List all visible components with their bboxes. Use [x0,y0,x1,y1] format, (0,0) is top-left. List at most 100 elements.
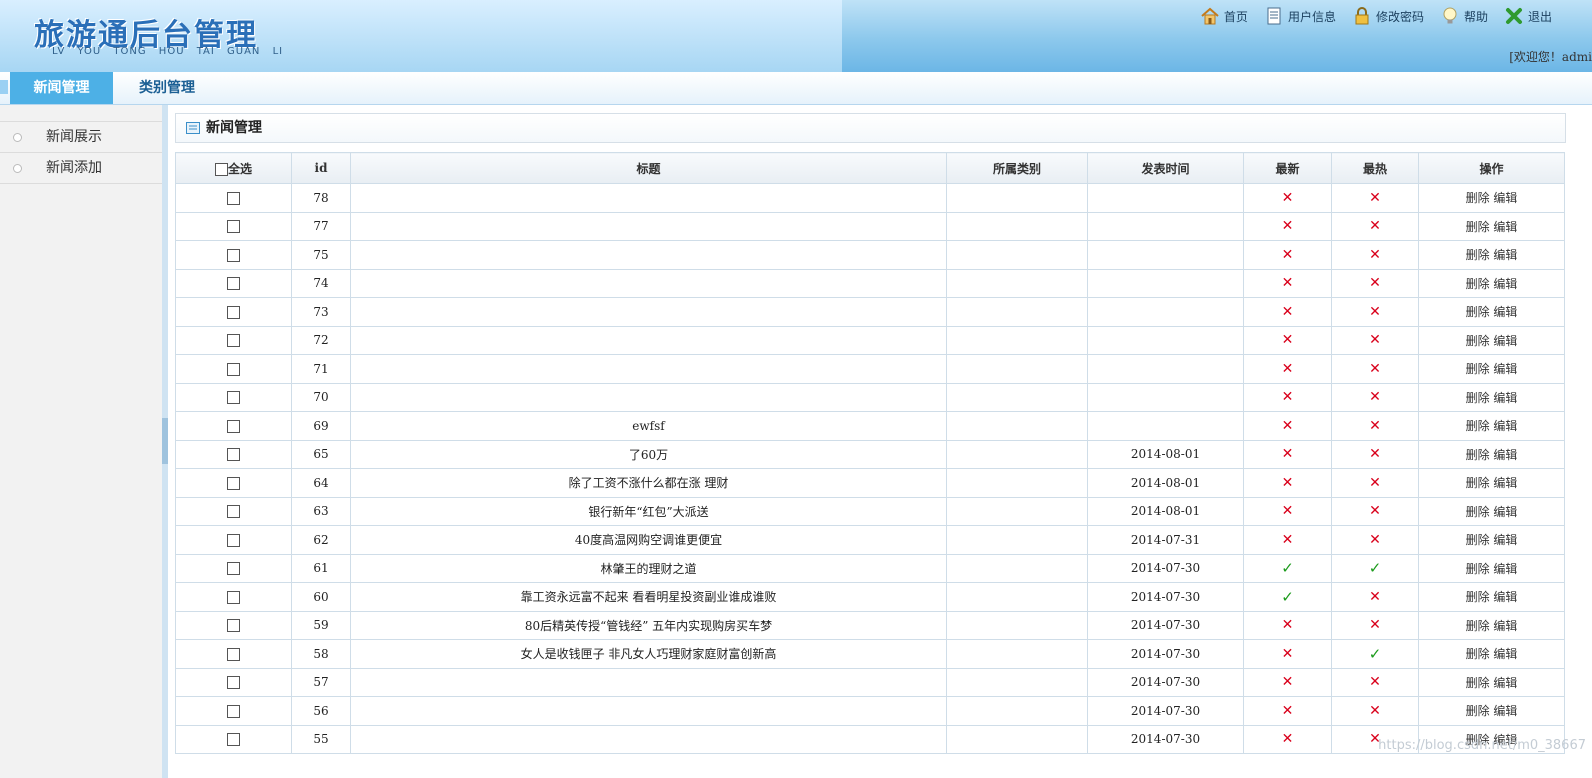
delete-link[interactable]: 删除 [1466,562,1490,576]
row-id: 73 [291,297,351,327]
row-checkbox[interactable] [227,619,240,633]
row-actions: 删除 编辑 [1418,525,1565,555]
edit-link[interactable]: 编辑 [1493,533,1517,547]
row-checkbox[interactable] [227,277,240,291]
edit-link[interactable]: 编辑 [1493,391,1517,405]
delete-link[interactable]: 删除 [1466,448,1490,462]
row-select-cell [175,724,292,754]
row-id: 57 [291,667,351,697]
row-hot: ✕ [1331,325,1419,355]
tab-category-management[interactable]: 类别管理 [139,72,195,104]
row-actions: 删除 编辑 [1418,696,1565,726]
edit-link[interactable]: 编辑 [1493,448,1517,462]
edit-link[interactable]: 编辑 [1493,476,1517,490]
row-checkbox[interactable] [227,704,240,718]
nav-logout[interactable]: 退出 [1504,6,1552,26]
sidebar-item-news-list[interactable]: 新闻展示 [0,121,162,152]
delete-link[interactable]: 删除 [1466,647,1490,661]
table-row: 61 林肇王的理财之道 2014-07-30 ✓ ✓ 删除 编辑 [175,553,1565,583]
row-title: 80后精英传授“管钱经” 五年内实现购房买车梦 [350,610,947,640]
row-checkbox[interactable] [227,305,240,319]
edit-link[interactable]: 编辑 [1493,362,1517,376]
delete-link[interactable]: 删除 [1466,676,1490,690]
delete-link[interactable]: 删除 [1466,220,1490,234]
row-category [946,696,1088,726]
edit-link[interactable]: 编辑 [1493,334,1517,348]
delete-link[interactable]: 删除 [1466,362,1490,376]
edit-link[interactable]: 编辑 [1493,277,1517,291]
delete-link[interactable]: 删除 [1466,391,1490,405]
edit-link[interactable]: 编辑 [1493,647,1517,661]
row-checkbox[interactable] [227,248,240,262]
edit-link[interactable]: 编辑 [1493,619,1517,633]
latest-status-icon: ✕ [1281,218,1294,235]
table-row: 58 女人是收钱匣子 非凡女人巧理财家庭财富创新高 2014-07-30 ✕ ✓ 删除 编… [175,639,1565,669]
row-checkbox[interactable] [227,533,240,547]
edit-link[interactable]: 编辑 [1493,248,1517,262]
row-checkbox[interactable] [227,733,240,747]
row-checkbox[interactable] [227,647,240,661]
edit-link[interactable]: 编辑 [1493,419,1517,433]
row-checkbox[interactable] [227,362,240,376]
row-id: 78 [291,183,351,213]
row-checkbox[interactable] [227,220,240,234]
delete-link[interactable]: 删除 [1466,334,1490,348]
delete-link[interactable]: 删除 [1466,191,1490,205]
delete-link[interactable]: 删除 [1466,277,1490,291]
edit-link[interactable]: 编辑 [1493,505,1517,519]
row-checkbox[interactable] [227,191,240,205]
delete-link[interactable]: 删除 [1466,305,1490,319]
row-checkbox[interactable] [227,476,240,490]
edit-link[interactable]: 编辑 [1493,590,1517,604]
nav-change-password[interactable]: 修改密码 [1352,6,1424,26]
tab-news-management[interactable]: 新闻管理 [10,72,113,104]
delete-link[interactable]: 删除 [1466,505,1490,519]
column-header-select-all[interactable]: 全选 [175,152,292,184]
hot-status-icon: ✕ [1369,360,1381,377]
row-checkbox[interactable] [227,505,240,519]
table-row: 56 2014-07-30 ✕ ✕ 删除 编辑 [175,696,1565,726]
row-checkbox[interactable] [227,448,240,462]
row-latest: ✕ [1243,382,1332,412]
delete-link[interactable]: 删除 [1466,704,1490,718]
latest-status-icon: ✓ [1281,559,1294,578]
nav-help[interactable]: 帮助 [1440,6,1488,26]
row-checkbox[interactable] [227,391,240,405]
edit-link[interactable]: 编辑 [1493,704,1517,718]
row-actions: 删除 编辑 [1418,610,1565,640]
delete-link[interactable]: 删除 [1466,419,1490,433]
nav-user-info[interactable]: 用户信息 [1264,6,1336,26]
edit-link[interactable]: 编辑 [1493,676,1517,690]
row-checkbox[interactable] [227,590,240,604]
delete-link[interactable]: 删除 [1466,619,1490,633]
row-latest: ✕ [1243,183,1332,213]
collapse-handle[interactable] [162,418,168,464]
sidebar-item-news-add[interactable]: 新闻添加 [0,152,162,184]
row-select-cell [175,211,292,241]
nav-home[interactable]: 首页 [1200,6,1248,26]
row-actions: 删除 编辑 [1418,468,1565,498]
select-all-checkbox[interactable] [214,162,228,176]
column-header-title: 标题 [350,152,947,184]
edit-link[interactable]: 编辑 [1493,191,1517,205]
row-category [946,297,1088,327]
delete-link[interactable]: 删除 [1466,476,1490,490]
row-id: 71 [291,354,351,384]
row-checkbox[interactable] [227,419,240,433]
row-title [350,325,947,355]
row-actions: 删除 编辑 [1418,354,1565,384]
bullet-icon [13,133,22,142]
latest-status-icon: ✕ [1281,303,1294,320]
edit-link[interactable]: 编辑 [1493,305,1517,319]
row-hot: ✕ [1331,468,1419,498]
edit-link[interactable]: 编辑 [1493,220,1517,234]
hot-status-icon: ✕ [1369,389,1381,406]
row-checkbox[interactable] [227,562,240,576]
delete-link[interactable]: 删除 [1466,590,1490,604]
row-title [350,724,947,754]
row-checkbox[interactable] [227,334,240,348]
row-checkbox[interactable] [227,676,240,690]
delete-link[interactable]: 删除 [1466,533,1490,547]
edit-link[interactable]: 编辑 [1493,562,1517,576]
delete-link[interactable]: 删除 [1466,248,1490,262]
